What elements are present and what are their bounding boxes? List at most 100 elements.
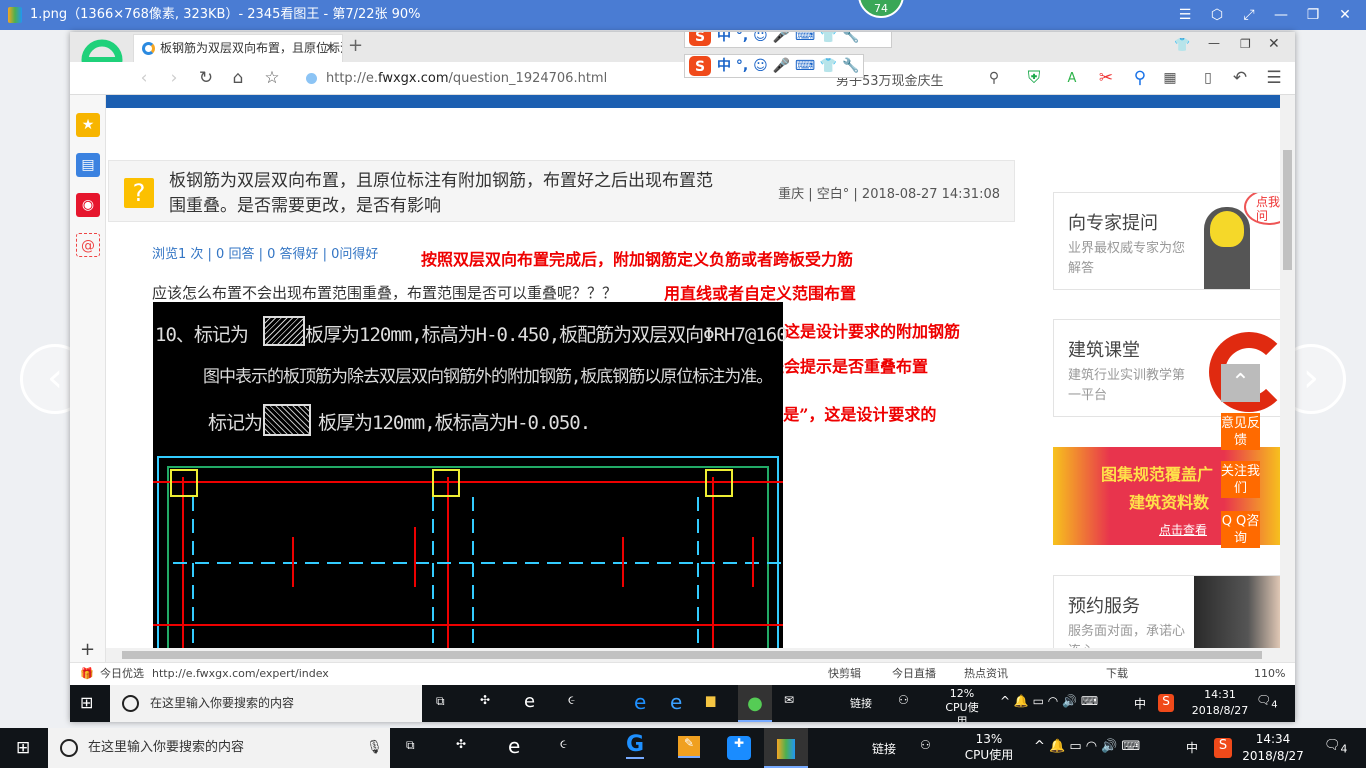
- home-icon[interactable]: ⌂: [226, 62, 250, 95]
- mail-icon[interactable]: @: [76, 233, 100, 257]
- browser-window: 板钢筋为双层双向布置，且原位标注有附加钢筋，布置好之后出现布置范围重叠× + 👕…: [70, 32, 1295, 722]
- scissors-icon[interactable]: ✂: [1094, 62, 1118, 95]
- question-stats[interactable]: 浏览1 次 | 0 回答 | 0 答得好 | 0问得好: [152, 243, 378, 262]
- sogou-icon[interactable]: S: [1214, 738, 1232, 758]
- fan-app-icon[interactable]: ✣: [456, 737, 466, 751]
- back-to-top-button[interactable]: ⌃: [1221, 364, 1260, 402]
- spiral-app-icon[interactable]: ૯: [560, 737, 567, 752]
- ask-expert-card[interactable]: 向专家提问业界最权威专家为您解答 点我提问: [1053, 192, 1280, 290]
- windows-start-icon[interactable]: ⊞: [16, 738, 30, 758]
- follow-button[interactable]: 关注我们: [1221, 461, 1260, 498]
- skin-icon[interactable]: 👕: [1174, 38, 1190, 53]
- status-kuaijianji[interactable]: 快剪辑: [828, 663, 861, 685]
- close-button[interactable]: ✕: [1268, 36, 1280, 52]
- browser-sidebar: ★ ▤ ◉ @ +: [70, 95, 106, 662]
- spiral-app-icon[interactable]: ૯: [568, 693, 575, 708]
- notification-icon[interactable]: 🗨4: [1324, 738, 1347, 756]
- undo-icon[interactable]: ↶: [1228, 62, 1252, 95]
- ie-icon[interactable]: e: [508, 734, 520, 758]
- ime-indicator[interactable]: 中: [1134, 695, 1146, 712]
- close-tab-icon[interactable]: ×: [324, 35, 336, 61]
- ime-toolbar[interactable]: S 中 °, ☺ 🎤 ⌨ 👕 🔧: [684, 32, 892, 48]
- people-icon[interactable]: ⚇: [898, 693, 909, 707]
- favorites-icon[interactable]: ★: [76, 113, 100, 137]
- ie-icon[interactable]: e: [670, 690, 682, 714]
- url-input[interactable]: http://e.fwxgx.com/question_1924706.html: [326, 62, 607, 95]
- site-header-bar: [106, 95, 1280, 108]
- new-tab-icon[interactable]: +: [348, 35, 363, 56]
- mascot-image: [1204, 207, 1250, 289]
- link-toolbar[interactable]: 链接: [872, 740, 896, 757]
- zoom-level[interactable]: 110%: [1254, 663, 1285, 685]
- shield-icon[interactable]: ⛨: [1022, 62, 1046, 95]
- vertical-scrollbar[interactable]: [1280, 95, 1295, 648]
- status-download[interactable]: 下载: [1106, 663, 1128, 685]
- view-link[interactable]: 点击查看: [1159, 521, 1207, 538]
- appointment-card[interactable]: 预约服务服务面对面，承诺心连心: [1053, 575, 1280, 648]
- taskbar-search-input[interactable]: 在这里输入你要搜索的内容: [110, 685, 422, 722]
- edge-icon[interactable]: e: [634, 690, 646, 714]
- image-viewer-icon[interactable]: [764, 728, 808, 768]
- forward-icon[interactable]: ›: [162, 62, 186, 95]
- clock[interactable]: 14:31 2018/8/27: [1190, 687, 1250, 719]
- horizontal-scrollbar[interactable]: [106, 648, 1295, 662]
- taskview-icon[interactable]: ⧉: [436, 694, 445, 709]
- tab-question[interactable]: 板钢筋为双层双向布置，且原位标注有附加钢筋，布置好之后出现布置范围重叠×: [133, 34, 343, 62]
- cad-text: 10、标记为: [155, 324, 249, 346]
- notes-icon[interactable]: ✎: [678, 736, 700, 758]
- add-icon[interactable]: +: [80, 639, 95, 660]
- news-icon[interactable]: ▤: [76, 153, 100, 177]
- back-icon[interactable]: ‹: [132, 62, 156, 95]
- phone-icon[interactable]: ▯: [1196, 62, 1220, 95]
- address-bar: ‹ › ↻ ⌂ ☆ http://e.fwxgx.com/question_19…: [70, 62, 1295, 95]
- fan-app-icon[interactable]: ✣: [480, 693, 490, 707]
- skin-icon[interactable]: ⬡: [1202, 0, 1232, 30]
- status-daily[interactable]: 今日优选: [100, 663, 144, 685]
- mail-icon[interactable]: ✉: [784, 693, 794, 707]
- clock[interactable]: 14:34 2018/8/27: [1240, 731, 1306, 765]
- status-news[interactable]: 热点资讯: [964, 663, 1008, 685]
- menu-icon[interactable]: ☰: [1170, 0, 1200, 30]
- ie-icon[interactable]: e: [524, 691, 535, 712]
- fullscreen-icon[interactable]: ⤢: [1234, 0, 1264, 30]
- plus-app-icon[interactable]: ✚: [727, 736, 751, 760]
- browser-g-icon[interactable]: G: [626, 732, 645, 759]
- notification-icon[interactable]: 🗨4: [1256, 693, 1278, 710]
- ie-icon: [142, 42, 155, 55]
- close-button[interactable]: ✕: [1330, 0, 1360, 30]
- ime-toolbar-2[interactable]: S 中 °, ☺ 🎤 ⌨ 👕 🔧: [684, 54, 864, 78]
- tab-label: 板钢筋为双层双向布置，且原位标注有附加钢筋，布置好之后出现布置范围重叠: [160, 41, 342, 55]
- folder-icon[interactable]: ▆: [706, 693, 715, 707]
- maximize-button[interactable]: ❐: [1240, 37, 1251, 51]
- search-icon[interactable]: ⚲: [982, 62, 1006, 95]
- menu-icon[interactable]: ☰: [1262, 62, 1286, 95]
- weibo-icon[interactable]: ◉: [76, 193, 100, 217]
- feedback-button[interactable]: 意见反馈: [1221, 413, 1260, 450]
- link-toolbar[interactable]: 链接: [850, 695, 872, 711]
- translate-icon[interactable]: A: [1060, 62, 1084, 95]
- apps-icon[interactable]: ▦: [1158, 62, 1182, 95]
- annotation: 用直线或者自定义范围布置: [664, 284, 857, 303]
- ime-indicator[interactable]: 中: [1186, 739, 1198, 756]
- tray-icons[interactable]: ^ 🔔 ▭ ◠ 🔊 ⌨: [1034, 739, 1140, 754]
- sogou-icon[interactable]: S: [1158, 694, 1174, 712]
- windows-start-icon[interactable]: ⊞: [80, 693, 93, 712]
- handshake-image: [1194, 576, 1280, 648]
- refresh-icon[interactable]: ↻: [194, 62, 218, 95]
- magnifier-icon[interactable]: ⚲: [1128, 62, 1152, 95]
- star-icon[interactable]: ☆: [260, 62, 284, 95]
- tray-icons[interactable]: ^ 🔔 ▭ ◠ 🔊 ⌨: [1000, 694, 1098, 708]
- browser-taskbar-icon[interactable]: ●: [738, 685, 772, 722]
- ask-bubble: 点我提问: [1244, 193, 1280, 225]
- maximize-button[interactable]: ❐: [1298, 0, 1328, 30]
- gift-icon: 🎁: [80, 667, 94, 680]
- status-live[interactable]: 今日直播: [892, 663, 936, 685]
- people-icon[interactable]: ⚇: [920, 738, 931, 752]
- taskview-icon[interactable]: ⧉: [406, 738, 415, 753]
- web-page: ? 板钢筋为双层双向布置，且原位标注有附加钢筋，布置好之后出现布置范围重叠。是否…: [106, 95, 1280, 648]
- question-meta: 重庆 | 空白° | 2018-08-27 14:31:08: [778, 187, 1000, 202]
- minimize-button[interactable]: —: [1208, 36, 1220, 50]
- minimize-button[interactable]: —: [1266, 0, 1296, 30]
- qq-button[interactable]: Q Q咨询: [1221, 511, 1260, 548]
- taskbar-search-input[interactable]: 在这里输入你要搜索的内容 🎙: [48, 728, 390, 768]
